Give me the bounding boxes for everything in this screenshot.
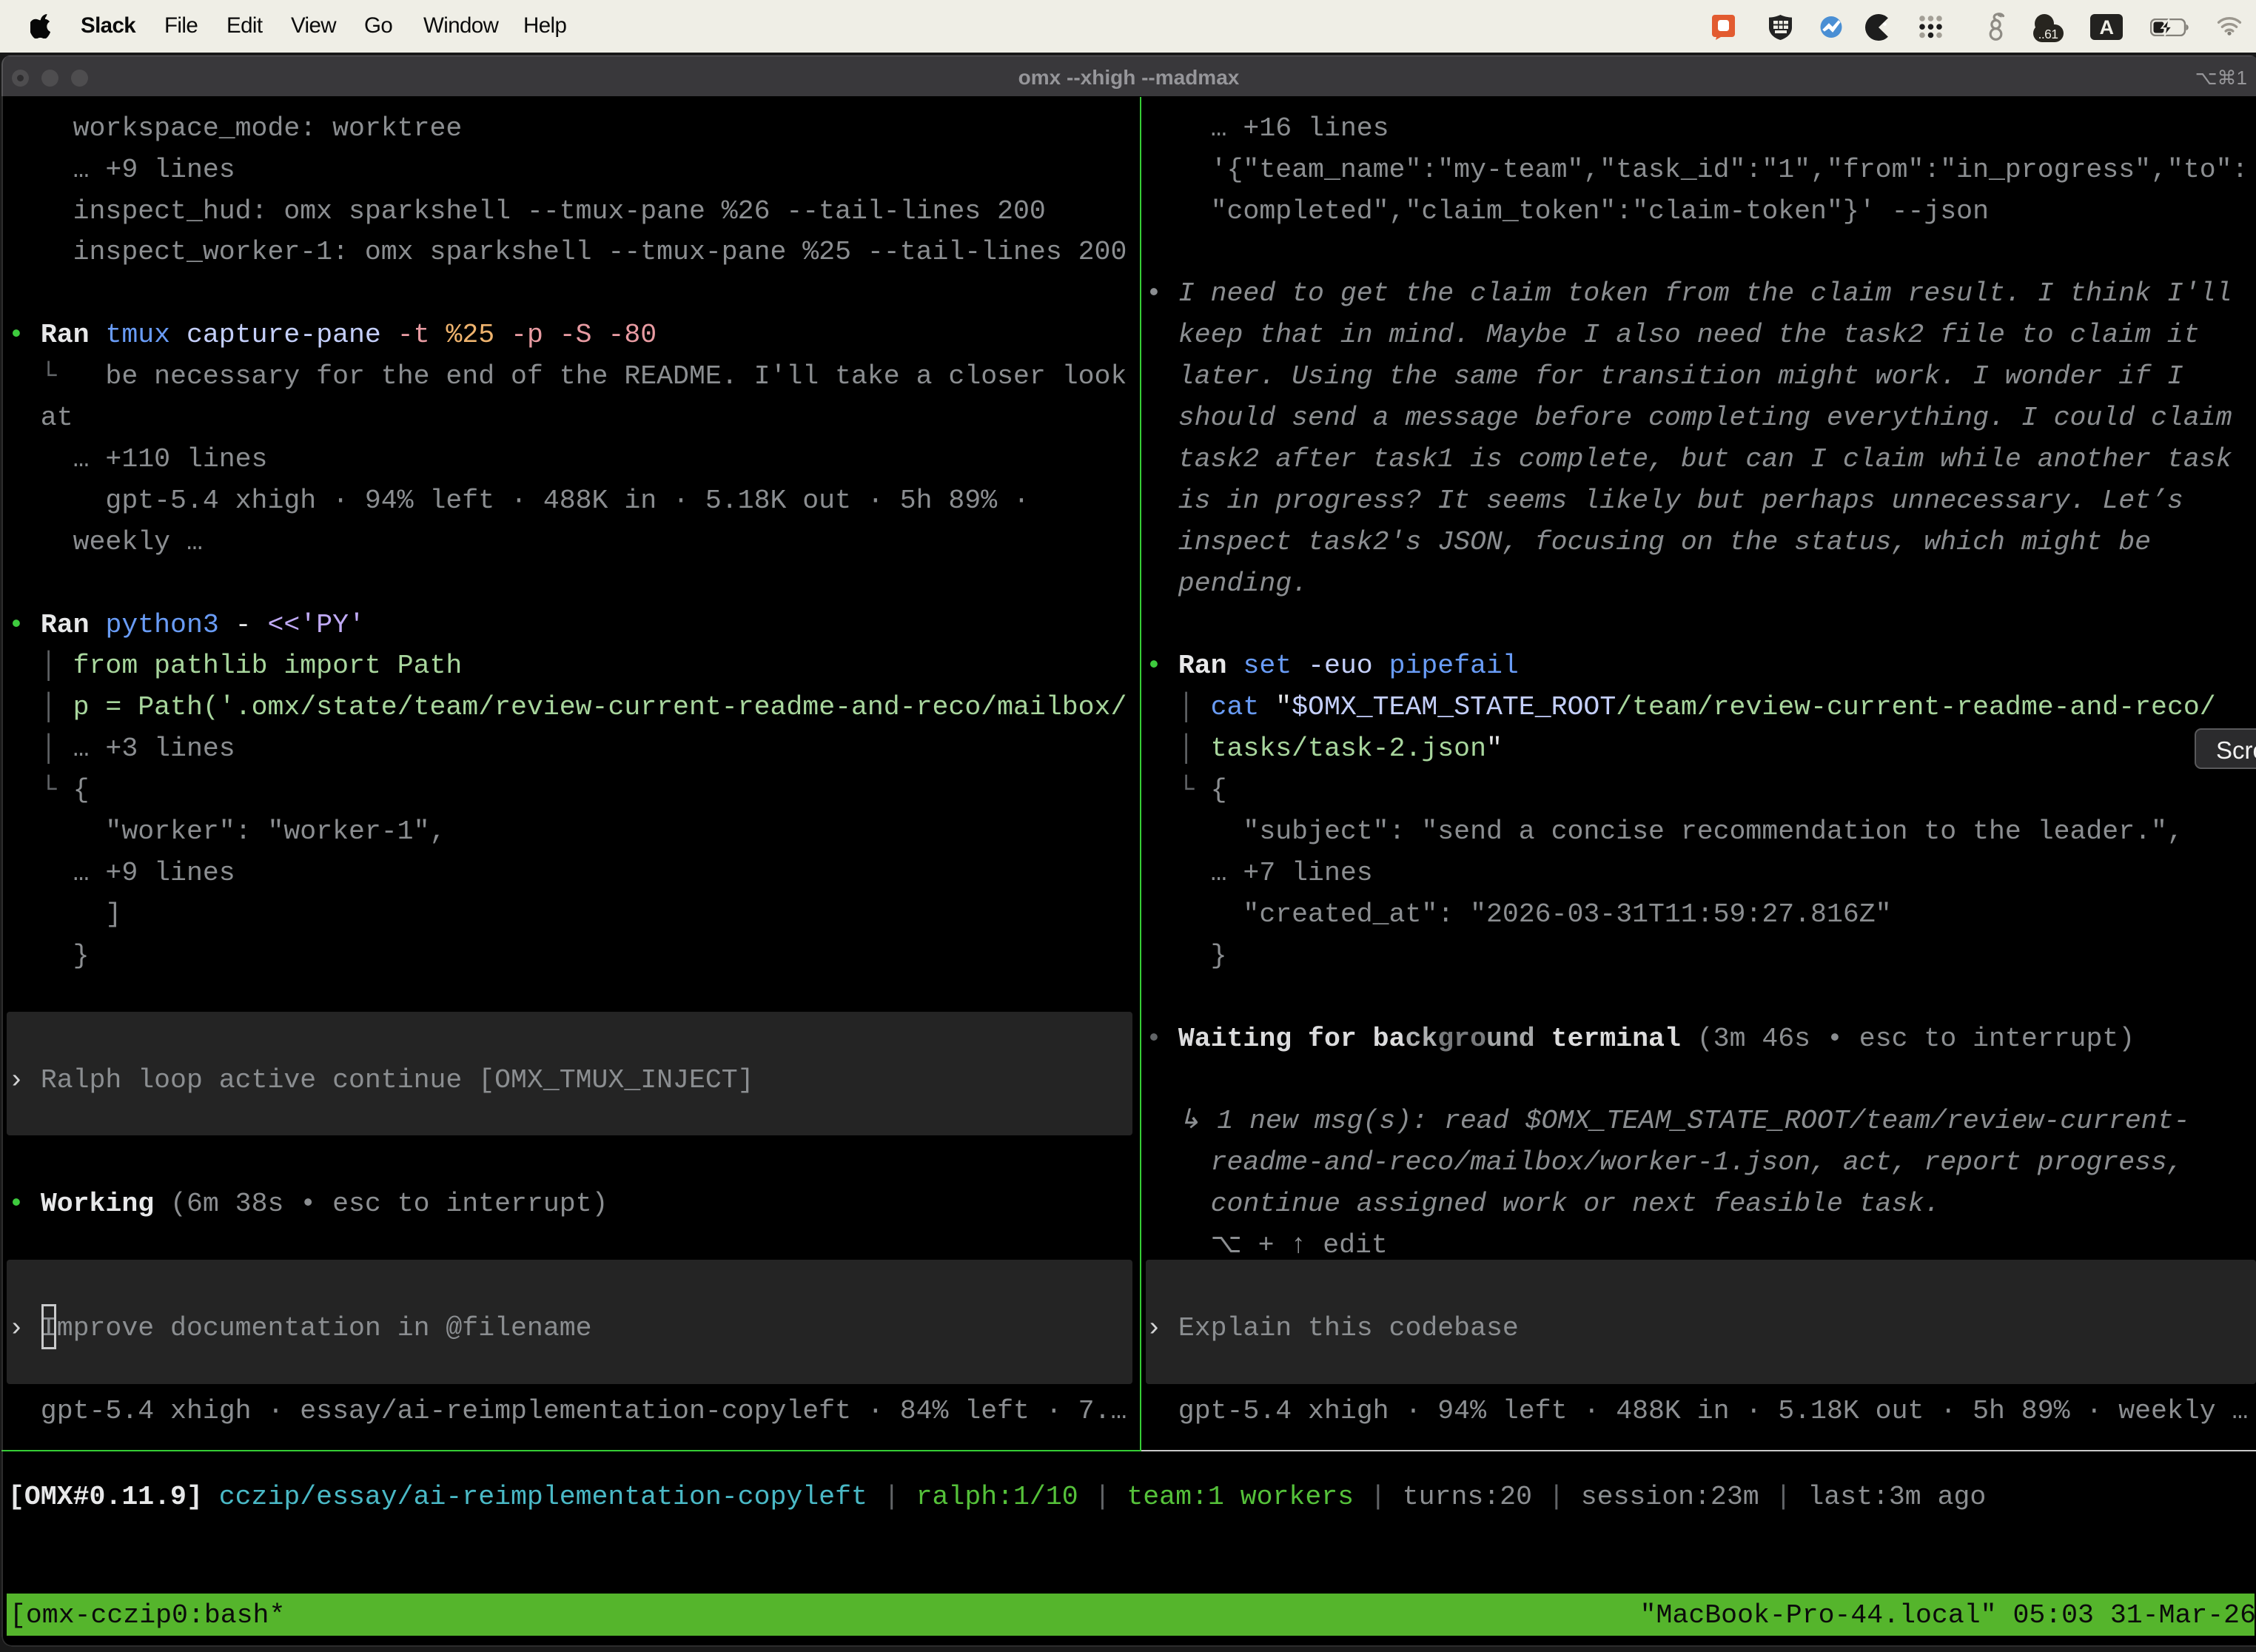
svg-text:..61: ..61 <box>2038 27 2058 41</box>
svg-text:A: A <box>2100 16 2114 38</box>
